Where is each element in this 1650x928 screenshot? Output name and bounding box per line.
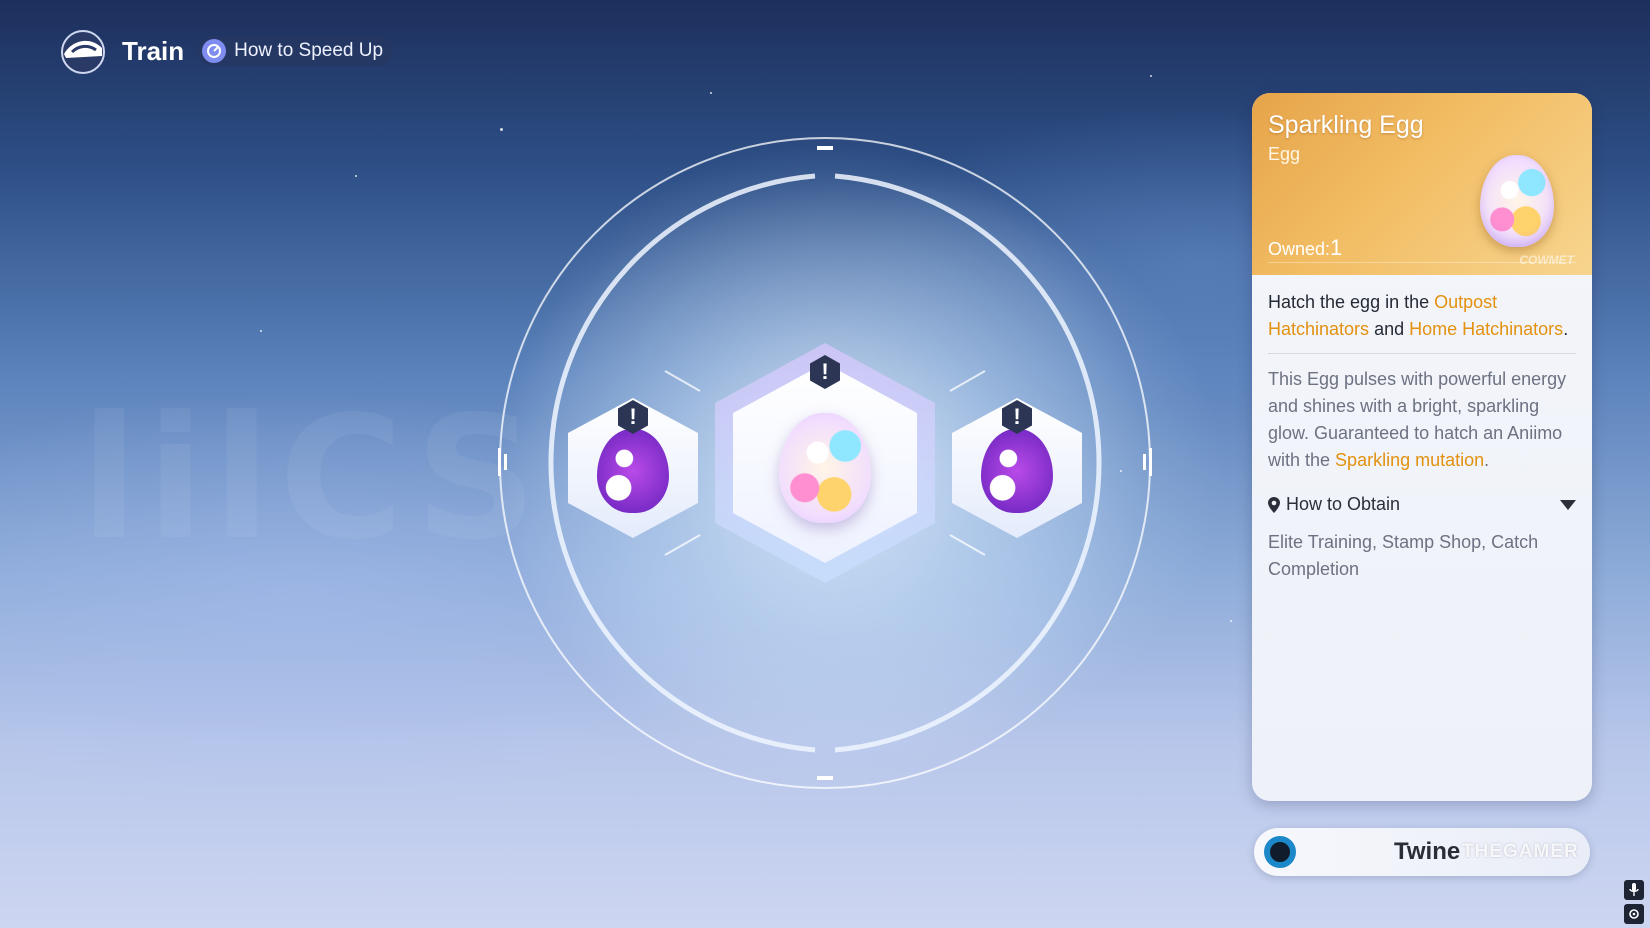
flavor-end: . (1484, 450, 1490, 470)
item-name: Sparkling Egg (1268, 111, 1424, 139)
sparkling-egg-image (1480, 155, 1554, 247)
desc-text: and (1369, 319, 1410, 339)
how-to-obtain-label: How to Obtain (1286, 494, 1401, 514)
confirm-circle-button[interactable] (1264, 836, 1296, 868)
item-header-card: Sparkling Egg Egg Owned:1 COWMET (1252, 93, 1592, 275)
item-detail-panel: Sparkling Egg Egg Owned:1 COWMET Hatch t… (1252, 93, 1592, 801)
location-pin-icon (1268, 496, 1280, 513)
obtain-sources: Elite Training, Stamp Shop, Catch Comple… (1268, 532, 1539, 579)
how-to-speed-up-button[interactable]: How to Speed Up (198, 36, 394, 66)
egg-slot-left[interactable]: ! (568, 398, 698, 538)
page-title: Train (122, 35, 185, 66)
train-icon (58, 28, 108, 74)
egg-slot-right[interactable]: ! (952, 398, 1082, 538)
purple-egg-icon (597, 428, 669, 513)
egg-slot-center[interactable]: ! (715, 343, 935, 583)
chevron-down-icon[interactable] (1560, 495, 1576, 514)
brand-deco: COWMET (1519, 253, 1574, 267)
top-header: Train How to Speed Up (58, 28, 394, 74)
owned-number: 1 (1330, 235, 1343, 260)
owned-label: Owned: (1268, 239, 1331, 259)
purple-egg-icon (981, 428, 1053, 513)
microphone-icon[interactable] (1624, 880, 1644, 900)
item-type: Egg (1268, 144, 1301, 164)
speedometer-icon (202, 39, 227, 63)
desc-text: . (1563, 319, 1569, 339)
aniimo-name: Twine (1394, 838, 1461, 865)
settings-icon[interactable] (1624, 904, 1644, 924)
egg-selection-ring: ! ! ! (490, 128, 1160, 798)
sparkling-egg-icon (779, 412, 871, 523)
corner-icons (1624, 880, 1644, 924)
speed-up-label: How to Speed Up (234, 40, 384, 61)
divider (1268, 353, 1576, 354)
flavor-text: This Egg pulses with powerful energy and… (1268, 366, 1576, 474)
how-to-obtain-toggle[interactable]: How to Obtain (1268, 494, 1576, 515)
desc-text: Hatch the egg in the (1268, 292, 1435, 312)
background-faint-text: lilCS (80, 380, 546, 578)
aniimo-name-bar: Twine THEGAMER (1254, 828, 1590, 876)
watermark: THEGAMER (1462, 841, 1579, 862)
home-hatchinators-link[interactable]: Home Hatchinators (1409, 319, 1563, 339)
hatch-instructions: Hatch the egg in the Outpost Hatchinator… (1268, 289, 1576, 343)
sparkling-mutation-highlight: Sparkling mutation (1335, 450, 1485, 470)
owned-count: Owned:1 (1268, 235, 1342, 261)
